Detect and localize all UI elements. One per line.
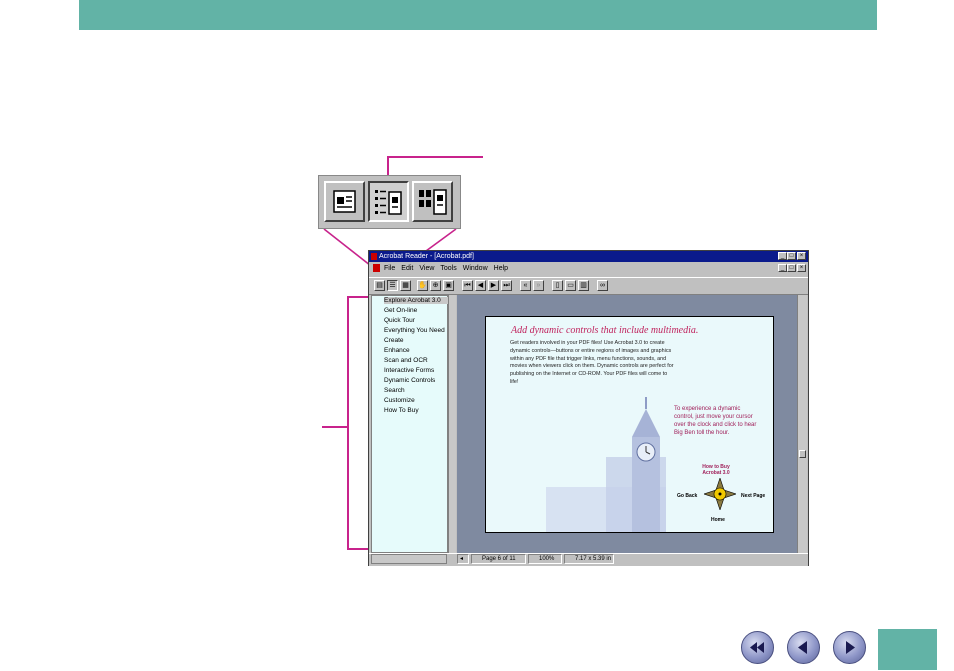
bookmark-item[interactable]: Explore Acrobat 3.0	[384, 297, 448, 304]
select-text-icon[interactable]: ▣	[443, 280, 454, 291]
callout-bracket-pointer	[322, 426, 348, 428]
nav-how-to-buy[interactable]: How to Buy Acrobat 3.0	[694, 464, 738, 476]
page-headline: Add dynamic controls that include multim…	[511, 325, 699, 336]
scroll-thumb[interactable]	[799, 450, 806, 458]
menu-file[interactable]: File	[384, 265, 395, 272]
prev-page-button[interactable]	[787, 631, 820, 664]
enlarged-view-buttons	[318, 175, 461, 229]
next-page-icon[interactable]: ▶	[488, 280, 499, 291]
menu-bar: File Edit View Tools Window Help	[369, 263, 808, 275]
thumbnails-small-button[interactable]: ▦	[400, 280, 411, 291]
page-size-field: 7.17 x 5.39 in	[564, 554, 614, 564]
bookmarks-and-page-icon	[375, 190, 402, 215]
bookmark-item[interactable]: Interactive Forms	[384, 367, 448, 374]
zoom-field[interactable]: 100%	[528, 554, 562, 564]
header-bar	[79, 0, 877, 30]
go-back-icon[interactable]: «	[520, 280, 531, 291]
bookmarks-small-button[interactable]: ☰	[387, 280, 398, 291]
actual-size-icon[interactable]: ▯	[552, 280, 563, 291]
first-page-icon[interactable]: ⏮	[462, 280, 473, 291]
document-icon	[373, 264, 380, 273]
bookmark-item[interactable]: Everything You Need	[384, 327, 448, 334]
double-left-arrow-icon	[750, 642, 764, 653]
go-forward-icon[interactable]: »	[533, 280, 544, 291]
page-body-text: Get readers involved in your PDF files! …	[510, 340, 674, 385]
doc-minimize-button[interactable]: _	[778, 264, 787, 272]
nav-home[interactable]: Home	[711, 517, 725, 523]
thumbnails-and-page-button[interactable]	[412, 181, 453, 222]
prev-section-button[interactable]	[741, 631, 774, 664]
bookmark-item[interactable]: Get On-line	[384, 307, 448, 314]
bookmark-item[interactable]: How To Buy	[384, 407, 448, 414]
thumbnails-and-page-icon	[419, 189, 447, 215]
menu-view[interactable]: View	[419, 265, 434, 272]
bookmark-item[interactable]: Scan and OCR	[384, 357, 448, 364]
bookmark-item[interactable]: Search	[384, 387, 448, 394]
bookmarks-scrollbar[interactable]	[448, 295, 456, 553]
bookmarks-pane: Explore Acrobat 3.0 Get On-line Quick To…	[371, 295, 448, 553]
page-number-field[interactable]: Page 6 of 11	[471, 554, 526, 564]
callout-bracket-vertical	[347, 296, 349, 550]
page-only-icon	[333, 190, 356, 213]
menu-help[interactable]: Help	[494, 265, 508, 272]
left-arrow-icon	[798, 641, 807, 654]
nav-next-page[interactable]: Next Page	[741, 493, 765, 499]
window-title: Acrobat Reader - [Acrobat.pdf]	[379, 253, 474, 260]
menu-window[interactable]: Window	[463, 265, 488, 272]
title-bar: Acrobat Reader - [Acrobat.pdf]	[369, 251, 808, 262]
pdf-page: Add dynamic controls that include multim…	[485, 316, 774, 533]
menu-edit[interactable]: Edit	[401, 265, 413, 272]
document-scrollbar[interactable]	[797, 295, 807, 553]
bookmark-item[interactable]: Enhance	[384, 347, 448, 354]
last-page-icon[interactable]: ⏭	[501, 280, 512, 291]
page-only-view-button[interactable]	[324, 181, 365, 222]
previous-page-icon[interactable]: ◀	[475, 280, 486, 291]
callout-line-top	[387, 156, 483, 158]
history-back-icon[interactable]: ◂	[457, 554, 469, 564]
doc-close-button[interactable]: ×	[797, 264, 806, 272]
find-binoculars-icon[interactable]: ∞	[597, 280, 608, 291]
doc-restore-button[interactable]: □	[787, 264, 796, 272]
bookmark-item[interactable]: Create	[384, 337, 448, 344]
compass-nav-icon[interactable]	[704, 478, 736, 510]
page-tab	[878, 629, 937, 670]
bookmark-item[interactable]: Dynamic Controls	[384, 377, 448, 384]
page-only-small-button[interactable]: ▤	[374, 280, 385, 291]
nav-go-back[interactable]: Go Back	[677, 493, 697, 499]
maximize-button[interactable]: □	[787, 252, 796, 260]
bookmark-item[interactable]: Quick Tour	[384, 317, 448, 324]
right-arrow-icon	[846, 641, 855, 654]
next-page-button[interactable]	[833, 631, 866, 664]
menu-tools[interactable]: Tools	[440, 265, 456, 272]
page-side-note: To experience a dynamic control, just mo…	[674, 406, 757, 436]
bookmarks-and-page-button[interactable]	[368, 181, 409, 222]
fit-page-icon[interactable]: ▭	[565, 280, 576, 291]
bookmarks-hscrollbar[interactable]	[371, 554, 447, 564]
zoom-tool-icon[interactable]: ⊕	[430, 280, 441, 291]
toolbar: ▤ ☰ ▦ ✋ ⊕ ▣ ⏮ ◀ ▶ ⏭ « » ▯ ▭ ▥ ∞	[369, 277, 808, 295]
acrobat-reader-window: Acrobat Reader - [Acrobat.pdf] _ □ × Fil…	[368, 250, 809, 566]
bookmark-item[interactable]: Customize	[384, 397, 448, 404]
app-icon	[371, 253, 377, 260]
minimize-button[interactable]: _	[778, 252, 787, 260]
fit-width-icon[interactable]: ▥	[578, 280, 589, 291]
close-button[interactable]: ×	[797, 252, 806, 260]
hand-tool-icon[interactable]: ✋	[417, 280, 428, 291]
